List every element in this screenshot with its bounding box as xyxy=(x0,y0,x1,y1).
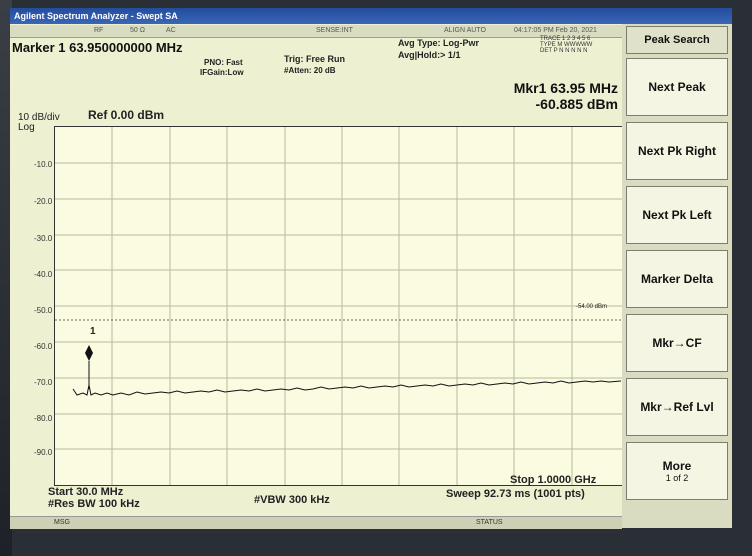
sense-indicator: SENSE:INT xyxy=(316,27,353,34)
avg-hold: Avg|Hold:> 1/1 xyxy=(398,50,461,60)
softkey-next-pk-left[interactable]: Next Pk Left xyxy=(626,186,728,244)
message-bar: MSG STATUS xyxy=(10,516,622,529)
trace-info: TRACE 1 2 3 4 5 6 TYPE M WWWWW DET P N N… xyxy=(540,36,620,54)
ytick-label: -50.0 xyxy=(34,306,53,315)
gridlines xyxy=(55,127,629,485)
softkey-more-label: More xyxy=(662,459,692,473)
spectrum-svg xyxy=(55,127,629,485)
softkey-mkr-ref-lvl[interactable]: Mkr→Ref Lvl xyxy=(626,378,728,436)
softkey-more-page: 1 of 2 xyxy=(665,473,689,483)
threshold-label: -54.00 dBm xyxy=(576,304,608,310)
marker-header: Marker 1 63.950000000 MHz xyxy=(12,40,183,55)
msg-label: MSG xyxy=(54,519,70,526)
softkey-marker-delta[interactable]: Marker Delta xyxy=(626,250,728,308)
marker-diamond-icon[interactable] xyxy=(85,345,93,361)
stop-freq: Stop 1.0000 GHz xyxy=(510,474,597,486)
vbw: #VBW 300 kHz xyxy=(254,494,330,506)
softkey-panel: Peak Search Next Peak Next Pk Right Next… xyxy=(622,24,732,528)
scale-log: Log xyxy=(18,122,35,133)
softkey-mkr-cf[interactable]: Mkr→CF xyxy=(626,314,728,372)
det-label: DET xyxy=(540,48,552,54)
ytick-label: -40.0 xyxy=(34,270,53,279)
spectrum-plot[interactable] xyxy=(54,126,630,486)
det-val: P N N N N N xyxy=(553,48,588,54)
sweep-time: Sweep 92.73 ms (1001 pts) xyxy=(446,488,585,500)
marker-amp-readout: -60.885 dBm xyxy=(535,96,618,112)
analyzer-screen: Agilent Spectrum Analyzer - Swept SA RF … xyxy=(10,8,732,529)
softkey-next-peak[interactable]: Next Peak xyxy=(626,58,728,116)
ytick-label: -30.0 xyxy=(34,234,53,243)
ytick-label: -90.0 xyxy=(34,448,53,457)
atten-setting: #Atten: 20 dB xyxy=(284,66,336,75)
softkey-next-pk-right[interactable]: Next Pk Right xyxy=(626,122,728,180)
ytick-label: -60.0 xyxy=(34,342,53,351)
trace-line xyxy=(72,380,622,396)
coupling-indicator: AC xyxy=(166,27,176,34)
ifgain-setting: IFGain:Low xyxy=(200,68,244,77)
rf-indicator: RF xyxy=(94,27,104,34)
start-freq: Start 30.0 MHz xyxy=(48,486,124,498)
ref-level: Ref 0.00 dBm xyxy=(88,108,165,122)
ytick-label: -70.0 xyxy=(34,378,53,387)
pno-setting: PNO: Fast xyxy=(204,58,243,67)
status-label: STATUS xyxy=(476,519,503,526)
clock: 04:17:05 PM Feb 20, 2021 xyxy=(514,27,597,34)
impedance-indicator: 50 Ω xyxy=(130,27,145,34)
marker-number-label: 1 xyxy=(90,326,96,337)
trig-setting: Trig: Free Run xyxy=(284,54,346,64)
softkey-peak-search[interactable]: Peak Search xyxy=(626,26,728,54)
avg-type: Avg Type: Log-Pwr xyxy=(398,38,479,48)
marker-freq-readout: Mkr1 63.95 MHz xyxy=(513,80,618,96)
ytick-label: -80.0 xyxy=(34,414,53,423)
status-row: RF 50 Ω AC SENSE:INT ALIGN AUTO 04:17:05… xyxy=(10,25,622,38)
window-title: Agilent Spectrum Analyzer - Swept SA xyxy=(10,8,732,24)
rbw: #Res BW 100 kHz xyxy=(48,498,140,510)
align-indicator: ALIGN AUTO xyxy=(444,27,486,34)
ytick-label: -20.0 xyxy=(34,197,53,206)
softkey-more[interactable]: More 1 of 2 xyxy=(626,442,728,500)
ytick-label: -10.0 xyxy=(34,160,53,169)
